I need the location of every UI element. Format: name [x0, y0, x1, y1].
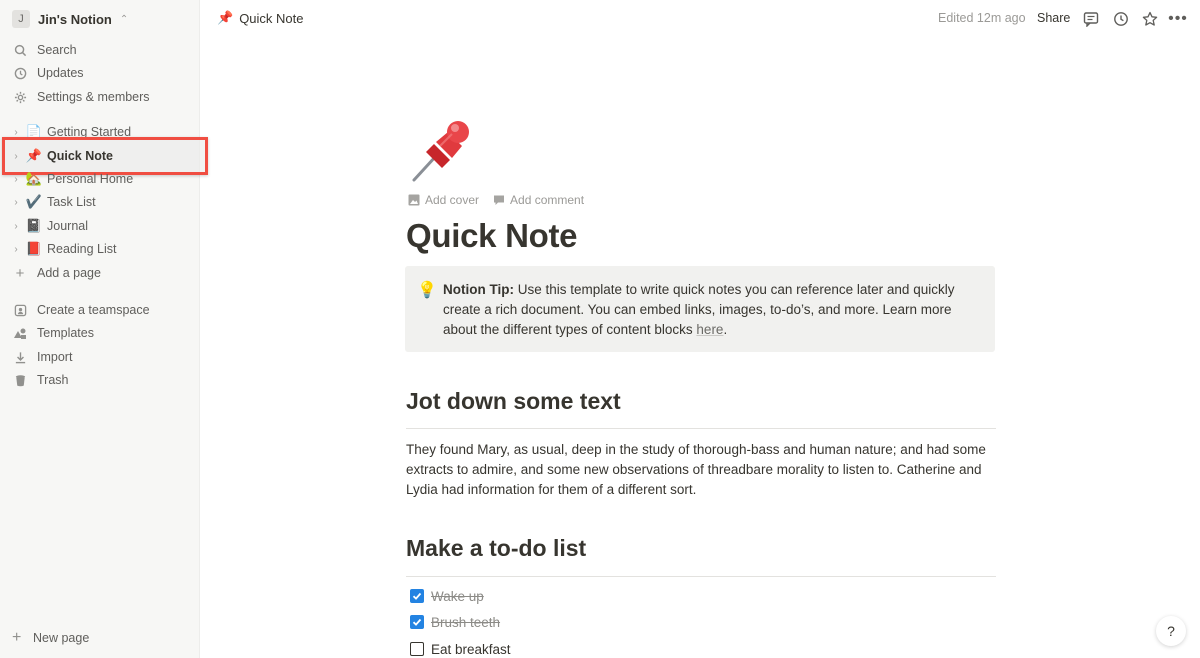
sidebar-import[interactable]: Import [12, 346, 72, 368]
breadcrumb[interactable]: 📌 Quick Note [217, 10, 304, 26]
sidebar-page-quick-note[interactable]: › 📌 Quick Note [8, 145, 200, 167]
callout-block[interactable]: 💡 Notion Tip: Use this template to write… [405, 266, 995, 352]
add-page-button[interactable]: + Add a page [12, 262, 101, 284]
sidebar-settings[interactable]: Settings & members [12, 86, 150, 108]
callout-end: . [723, 322, 728, 337]
workspace-avatar: J [12, 10, 30, 28]
new-page-label: New page [33, 631, 90, 645]
sidebar-tool-label: Create a teamspace [37, 303, 150, 317]
sidebar-page-label: Personal Home [47, 172, 134, 186]
sidebar-settings-label: Settings & members [37, 90, 150, 104]
page-emoji: 🏡 [25, 171, 43, 186]
chevron-right-icon[interactable]: › [8, 244, 24, 255]
chevron-right-icon[interactable]: › [8, 197, 24, 208]
todo-item[interactable]: Eat breakfast [410, 639, 511, 658]
workspace-switcher[interactable]: J Jin's Notion ⌃ [12, 9, 128, 29]
add-page-label: Add a page [37, 266, 101, 280]
breadcrumb-title: Quick Note [239, 10, 304, 26]
sidebar-tool-label: Trash [37, 373, 69, 387]
chevron-up-down-icon: ⌃ [119, 13, 129, 25]
page-emoji: 📕 [25, 241, 43, 256]
workspace-name: Jin's Notion [38, 11, 112, 27]
page-meta-actions: Add cover Add comment [408, 193, 584, 207]
page-emoji: 📓 [25, 218, 43, 233]
checkbox-checked[interactable] [410, 589, 424, 603]
todo-item[interactable]: Wake up [410, 586, 484, 606]
add-cover-label: Add cover [425, 193, 480, 207]
sidebar-trash[interactable]: Trash [12, 369, 69, 391]
comment-icon[interactable] [1081, 9, 1101, 29]
image-icon [408, 194, 420, 206]
sidebar-tool-label: Import [37, 350, 73, 364]
sidebar-page-label: Journal [47, 219, 88, 233]
sidebar-page-reading-list[interactable]: › 📕 Reading List [8, 238, 200, 260]
sidebar-page-task-list[interactable]: › ✔️ Task List [8, 191, 200, 213]
paragraph-block[interactable]: They found Mary, as usual, deep in the s… [406, 440, 996, 500]
checkmark-icon [412, 592, 422, 600]
plus-icon: + [12, 629, 22, 646]
sidebar-updates-label: Updates [37, 66, 84, 80]
section-heading-todo[interactable]: Make a to-do list [406, 535, 586, 562]
sidebar-page-personal-home[interactable]: › 🏡 Personal Home [8, 168, 200, 190]
plus-icon: + [15, 264, 25, 282]
add-comment-label: Add comment [510, 193, 585, 207]
comment-small-icon [494, 195, 505, 205]
add-comment-button[interactable]: Add comment [493, 193, 584, 207]
sidebar: J Jin's Notion ⌃ Search Updates Settings… [0, 0, 208, 658]
checkmark-icon [412, 618, 422, 626]
page-title[interactable]: Quick Note [406, 217, 578, 255]
sidebar-updates[interactable]: Updates [12, 62, 84, 84]
topbar: 📌 Quick Note Edited 12m ago Share ••• [200, 0, 1200, 38]
todo-text: Eat breakfast [431, 641, 511, 657]
checkbox-checked[interactable] [410, 615, 424, 629]
gear-icon [12, 91, 28, 104]
import-icon [12, 351, 28, 364]
sidebar-page-label: Task List [47, 195, 96, 209]
more-options-icon[interactable]: ••• [1168, 9, 1188, 29]
lightbulb-icon[interactable]: 💡 [417, 280, 437, 300]
star-icon[interactable] [1140, 9, 1160, 29]
share-button[interactable]: Share [1037, 11, 1070, 25]
new-page-button[interactable]: + New page [12, 628, 89, 648]
checkbox-unchecked[interactable] [410, 642, 424, 656]
breadcrumb-emoji: 📌 [217, 10, 234, 25]
history-icon[interactable] [1111, 9, 1131, 29]
teamspace-icon [12, 304, 28, 317]
help-button[interactable]: ? [1156, 616, 1186, 646]
add-cover-button[interactable]: Add cover [408, 193, 479, 207]
callout-link[interactable]: here [696, 322, 723, 337]
sidebar-page-journal[interactable]: › 📓 Journal [8, 215, 200, 237]
todo-text: Wake up [431, 588, 484, 604]
sidebar-search-label: Search [37, 43, 77, 57]
edited-timestamp: Edited 12m ago [938, 11, 1026, 25]
search-icon [12, 44, 28, 57]
page-emoji: 📌 [25, 148, 43, 163]
sidebar-search[interactable]: Search [12, 39, 77, 61]
callout-bold: Notion Tip: [443, 282, 514, 297]
divider [406, 576, 996, 577]
sidebar-page-label: Quick Note [47, 149, 113, 163]
section-heading-text[interactable]: Jot down some text [406, 388, 621, 415]
pushpin-icon[interactable] [406, 116, 476, 186]
todo-item[interactable]: Brush teeth [410, 612, 500, 632]
chevron-right-icon[interactable]: › [8, 174, 24, 185]
sidebar-page-label: Reading List [47, 242, 117, 256]
page-emoji: ✔️ [25, 194, 43, 209]
clock-icon [12, 67, 28, 80]
templates-icon [12, 327, 28, 340]
chevron-right-icon[interactable]: › [8, 221, 24, 232]
chevron-right-icon[interactable]: › [8, 127, 24, 138]
divider [406, 428, 996, 429]
chevron-right-icon[interactable]: › [8, 151, 24, 162]
sidebar-templates[interactable]: Templates [12, 322, 94, 344]
trash-icon [12, 374, 28, 387]
sidebar-create-teamspace[interactable]: Create a teamspace [12, 299, 150, 321]
todo-text: Brush teeth [431, 614, 501, 630]
sidebar-tool-label: Templates [37, 326, 94, 340]
callout-text: Notion Tip: Use this template to write q… [443, 280, 983, 340]
